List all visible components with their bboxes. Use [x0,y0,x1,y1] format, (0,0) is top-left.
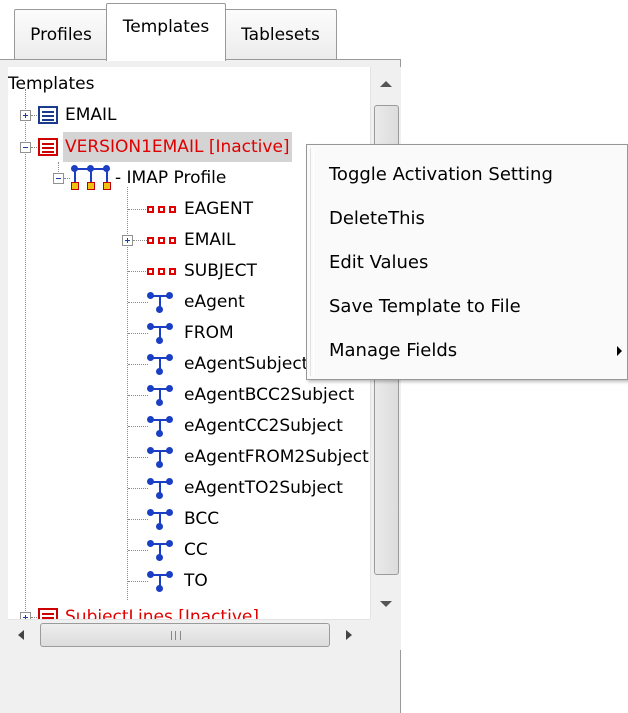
tree-connector [31,617,37,618]
menu-item-manage-fields[interactable]: Manage Fields [314,329,622,373]
field-node-icon [147,568,173,594]
tab-tablesets[interactable]: Tablesets [224,9,337,60]
field-table-icon [147,268,177,276]
tree-connector [128,364,148,365]
template-doc-icon [38,608,58,619]
tree-item-field[interactable]: TO [8,566,368,596]
menu-item-delete-this[interactable]: DeleteThis [314,197,622,241]
tree-connector [128,426,148,427]
collapse-minus-icon[interactable] [53,173,64,184]
tree-connector [128,550,148,551]
expand-plus-icon[interactable] [20,110,31,121]
tree-connector [128,302,148,303]
tree-connector [133,240,147,241]
menu-item-edit-values[interactable]: Edit Values [314,241,622,285]
tree-connector [31,147,37,148]
tree-item-field[interactable]: eAgentFROM2Subject [8,442,369,472]
scrollbar-corner [370,619,401,650]
scroll-right-arrow-icon[interactable] [346,630,352,640]
tree-item-field[interactable]: BCC [8,504,368,534]
profile-group-icon [71,165,111,191]
field-table-icon [147,206,177,214]
field-node-icon [147,506,173,532]
tree-item-email[interactable]: EMAIL [8,100,368,130]
field-node-icon [147,413,173,439]
scroll-left-arrow-icon[interactable] [18,630,24,640]
tree-connector [128,271,148,272]
tab-strip: Profiles Tablesets Templates [0,0,628,61]
tree-item-subjectlines[interactable]: SubjectLines [Inactive] [8,602,368,619]
field-node-icon [147,289,173,315]
tree-connector [128,519,148,520]
field-node-icon [147,475,173,501]
tab-templates[interactable]: Templates [106,3,226,61]
template-doc-icon [38,106,58,124]
field-node-icon [147,351,173,377]
field-node-icon [147,537,173,563]
collapse-minus-icon[interactable] [20,142,31,153]
expand-plus-icon[interactable] [20,612,31,619]
tree-connector [128,488,148,489]
tree-connector [128,209,148,210]
submenu-arrow-icon [617,346,622,356]
horizontal-scrollbar[interactable] [8,619,370,650]
tree-connector [64,178,70,179]
field-node-icon [147,444,173,470]
tab-profiles[interactable]: Profiles [14,9,108,60]
tree-root[interactable]: Templates [8,69,368,99]
menu-item-toggle-activation[interactable]: Toggle Activation Setting [314,153,622,197]
tree-connector [128,395,148,396]
tree-item-field[interactable]: eAgentCC2Subject [8,411,368,441]
menu-item-save-template[interactable]: Save Template to File [314,285,622,329]
field-node-icon [147,320,173,346]
field-table-icon [147,237,177,245]
tree-connector [128,457,148,458]
tree-connector [31,115,37,116]
tree-connector [128,581,148,582]
tree-connector [128,333,148,334]
scroll-grip-icon [171,631,181,640]
horizontal-scroll-thumb[interactable] [40,623,330,647]
context-menu: Toggle Activation Setting DeleteThis Edi… [306,144,628,380]
scroll-down-arrow-icon[interactable] [380,601,392,607]
template-doc-icon [38,138,58,156]
expand-plus-icon[interactable] [122,235,133,246]
tree-item-field[interactable]: eAgentTO2Subject [8,473,368,503]
scroll-up-arrow-icon[interactable] [380,81,392,87]
tree-item-field[interactable]: eAgentBCC2Subject [8,380,368,410]
field-node-icon [147,382,173,408]
tree-item-field[interactable]: CC [8,535,368,565]
